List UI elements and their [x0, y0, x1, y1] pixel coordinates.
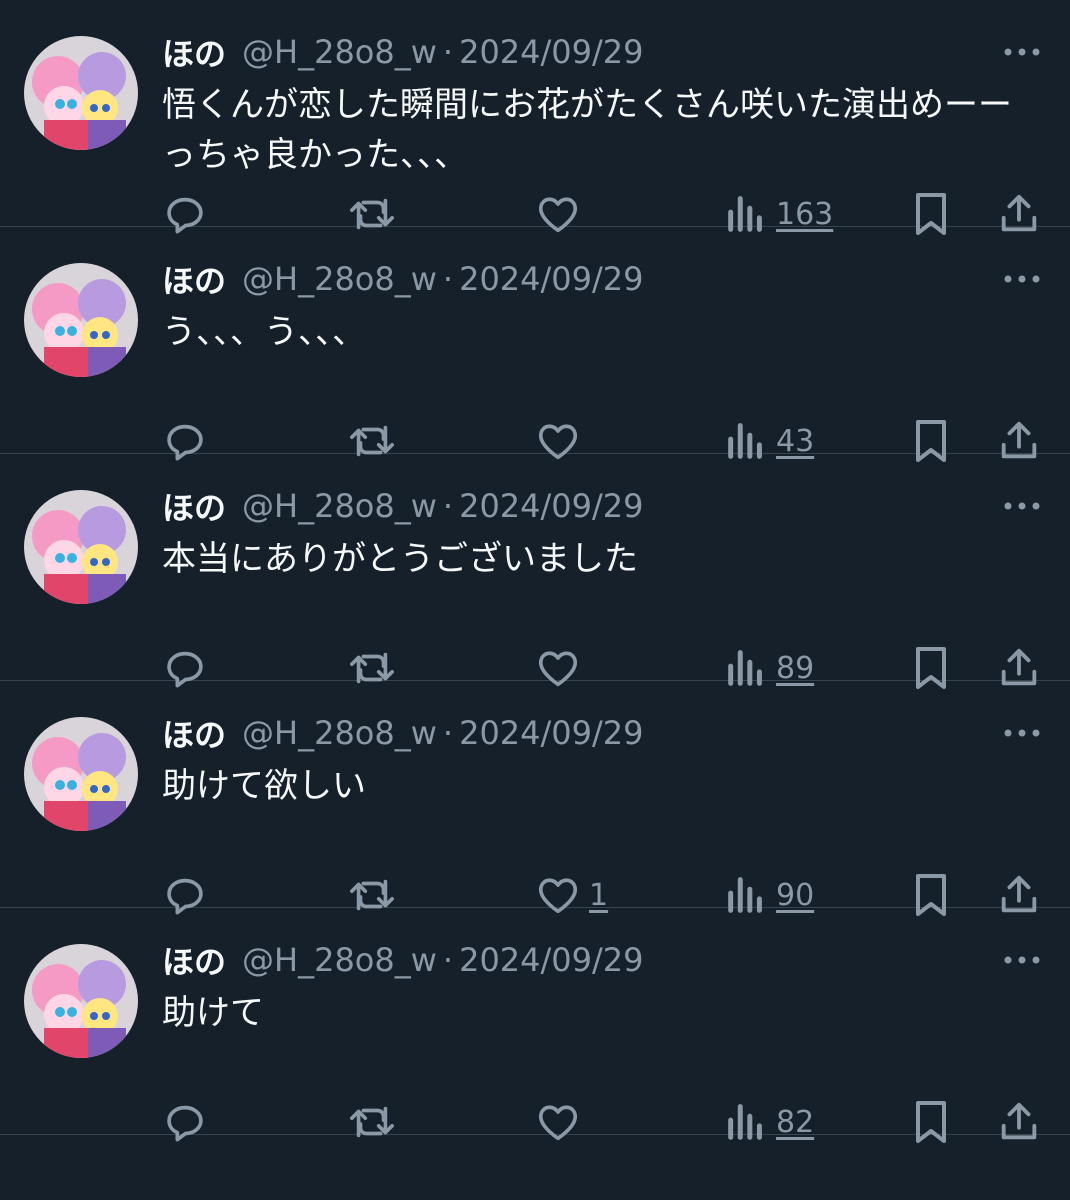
- display-name[interactable]: ほの: [162, 483, 226, 529]
- tweet-text: 助けて: [162, 993, 264, 1033]
- views-icon: [728, 1104, 762, 1140]
- tweet-date[interactable]: 2024/09/29: [459, 487, 643, 525]
- display-name[interactable]: ほの: [162, 29, 226, 75]
- avatar[interactable]: [24, 263, 138, 377]
- reply-button[interactable]: [162, 1098, 208, 1146]
- tweet-text: う、、、う、、、: [162, 312, 366, 352]
- reply-icon: [167, 1105, 203, 1142]
- avatar[interactable]: [24, 944, 138, 1058]
- action-bar: 82: [0, 1098, 1070, 1146]
- avatar[interactable]: [24, 490, 138, 604]
- tweet[interactable]: ほの @H_28o8_w · 2024/09/29 悟くんが恋した瞬間にお花がた…: [0, 0, 1070, 235]
- retweet-button[interactable]: [346, 1098, 398, 1146]
- user-handle[interactable]: @H_28o8_w: [242, 260, 437, 298]
- tweet-date[interactable]: 2024/09/29: [459, 33, 643, 71]
- user-handle[interactable]: @H_28o8_w: [242, 941, 437, 979]
- user-handle[interactable]: @H_28o8_w: [242, 33, 437, 71]
- avatar[interactable]: [24, 36, 138, 150]
- timeline: ほの @H_28o8_w · 2024/09/29 悟くんが恋した瞬間にお花がた…: [0, 0, 1070, 1143]
- tweet[interactable]: ほの @H_28o8_w · 2024/09/29 助けて欲しい 1 90: [0, 681, 1070, 916]
- avatar[interactable]: [24, 717, 138, 831]
- display-name[interactable]: ほの: [162, 710, 226, 756]
- tweet[interactable]: ほの @H_28o8_w · 2024/09/29 う、、、う、、、 43: [0, 227, 1070, 462]
- retweet-icon: [350, 1106, 394, 1138]
- tweet-header: ほの @H_28o8_w · 2024/09/29: [162, 711, 644, 755]
- bookmark-button[interactable]: [910, 1098, 952, 1146]
- separator: ·: [442, 487, 454, 525]
- separator: ·: [442, 260, 454, 298]
- more-icon[interactable]: [1002, 948, 1042, 972]
- more-icon[interactable]: [1002, 721, 1042, 745]
- tweet-header: ほの @H_28o8_w · 2024/09/29: [162, 257, 644, 301]
- user-handle[interactable]: @H_28o8_w: [242, 714, 437, 752]
- views-button[interactable]: 82: [724, 1098, 814, 1146]
- more-icon[interactable]: [1002, 494, 1042, 518]
- display-name[interactable]: ほの: [162, 937, 226, 983]
- display-name[interactable]: ほの: [162, 256, 226, 302]
- tweet-text: 本当にありがとうございました: [162, 539, 638, 579]
- like-button[interactable]: [535, 1098, 589, 1146]
- separator: ·: [442, 33, 454, 71]
- view-count: 82: [776, 1104, 815, 1140]
- tweet[interactable]: ほの @H_28o8_w · 2024/09/29 助けて 82: [0, 908, 1070, 1143]
- more-icon[interactable]: [1002, 267, 1042, 291]
- bookmark-icon: [916, 1101, 946, 1143]
- tweet-header: ほの @H_28o8_w · 2024/09/29: [162, 30, 644, 74]
- user-handle[interactable]: @H_28o8_w: [242, 487, 437, 525]
- tweet-header: ほの @H_28o8_w · 2024/09/29: [162, 484, 644, 528]
- separator: ·: [442, 714, 454, 752]
- more-icon[interactable]: [1002, 40, 1042, 64]
- tweet-text: 助けて欲しい: [162, 766, 366, 806]
- share-icon: [1001, 1102, 1037, 1140]
- tweet-text: 悟くんが恋した瞬間にお花がたくさん咲いた演出めーーっちゃ良かった、、、: [162, 85, 1012, 175]
- tweet-header: ほの @H_28o8_w · 2024/09/29: [162, 938, 644, 982]
- tweet-date[interactable]: 2024/09/29: [459, 941, 643, 979]
- heart-icon: [538, 1105, 578, 1141]
- tweet-date[interactable]: 2024/09/29: [459, 714, 643, 752]
- tweet-date[interactable]: 2024/09/29: [459, 260, 643, 298]
- share-button[interactable]: [996, 1098, 1042, 1146]
- separator: ·: [442, 941, 454, 979]
- tweet[interactable]: ほの @H_28o8_w · 2024/09/29 本当にありがとうございました…: [0, 454, 1070, 689]
